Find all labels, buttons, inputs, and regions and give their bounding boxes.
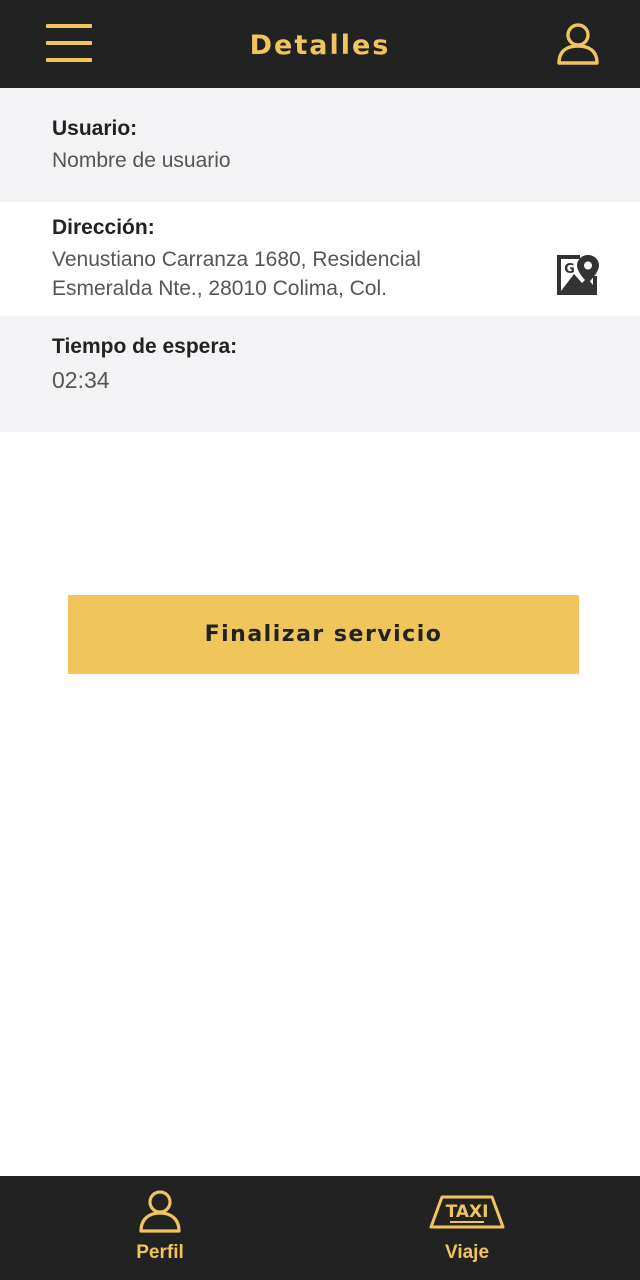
wait-time-value: 02:34 [52, 367, 110, 393]
nav-label-viaje: Viaje [444, 1242, 490, 1263]
address-label: Dirección: [52, 216, 155, 239]
hamburger-menu-icon[interactable] [46, 22, 94, 66]
menu-line [46, 41, 92, 45]
taxi-sign-icon: TAXI [387, 1194, 547, 1235]
nav-label-perfil: Perfil [136, 1242, 184, 1263]
bottom-nav-bar: Perfil TAXI Viaje [0, 1176, 640, 1280]
user-label: Usuario: [52, 117, 138, 140]
menu-line [46, 24, 92, 28]
address-line-1: Venustiano Carranza 1680, Residencial [52, 248, 421, 271]
menu-line [46, 58, 92, 62]
svg-text:G: G [564, 262, 575, 277]
address-line-2: Esmeralda Nte., 28010 Colima, Col. [52, 277, 387, 300]
user-icon [80, 1188, 240, 1239]
finish-service-button[interactable]: Finalizar servicio [68, 595, 579, 674]
user-profile-icon[interactable] [554, 20, 602, 68]
nav-item-viaje[interactable]: TAXI Viaje [387, 1176, 547, 1280]
address-section: Dirección: Venustiano Carranza 1680, Res… [0, 202, 640, 316]
nav-item-perfil[interactable]: Perfil [80, 1176, 240, 1280]
google-maps-icon[interactable]: G [554, 252, 600, 298]
user-name: Nombre de usuario [52, 149, 231, 172]
svg-text:TAXI: TAXI [446, 1202, 489, 1222]
wait-time-section: Tiempo de espera: 02:34 [0, 316, 640, 432]
wait-time-label: Tiempo de espera: [52, 335, 238, 358]
user-section: Usuario: Nombre de usuario [0, 88, 640, 202]
address-value: Venustiano Carranza 1680, Residencial Es… [52, 245, 512, 303]
top-app-bar: Detalles [0, 0, 640, 88]
page-title: Detalles [249, 30, 391, 61]
